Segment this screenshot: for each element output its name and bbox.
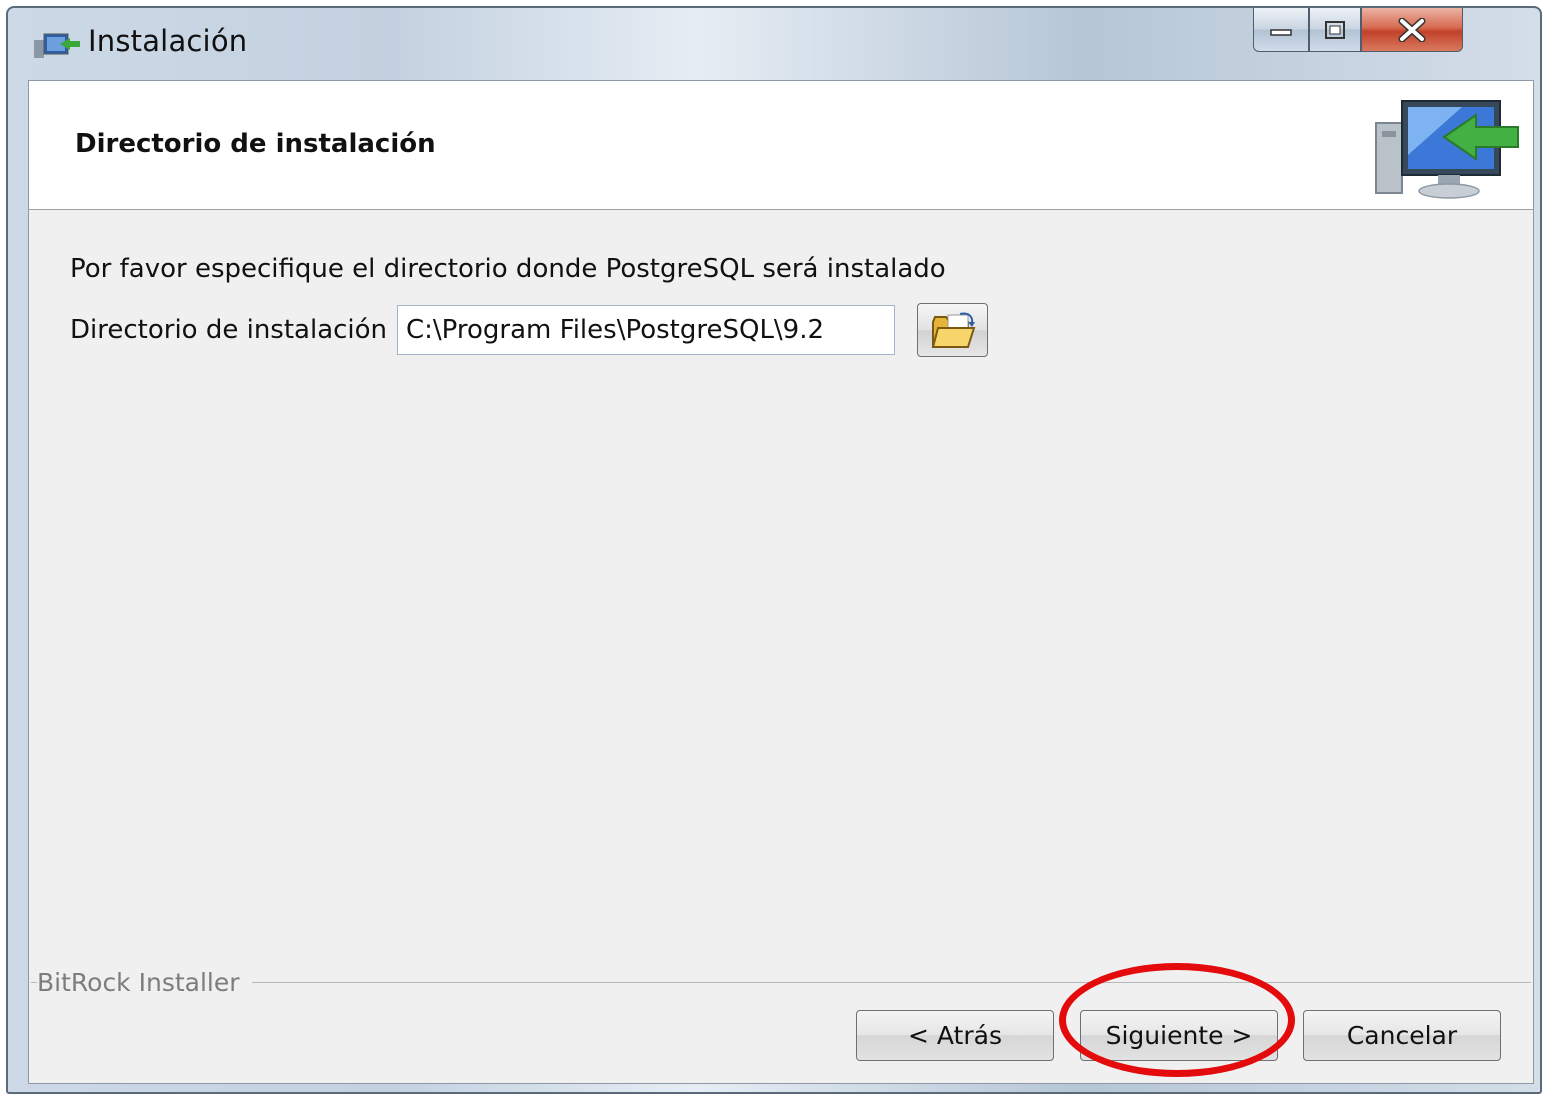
computer-install-icon	[1375, 100, 1519, 199]
close-button[interactable]	[1361, 8, 1463, 52]
title-bar[interactable]: Instalación	[8, 8, 1540, 78]
open-folder-icon	[931, 312, 976, 348]
bitrock-installer-label: BitRock Installer	[37, 968, 252, 997]
page-title: Directorio de instalación	[75, 129, 436, 159]
back-button[interactable]: < Atrás	[856, 1010, 1054, 1061]
cancel-button[interactable]: Cancelar	[1303, 1010, 1501, 1061]
minimize-icon	[1270, 28, 1292, 36]
instruction-text: Por favor especifique el directorio dond…	[70, 254, 946, 284]
footer-divider	[31, 982, 1531, 983]
window-title: Instalación	[88, 24, 248, 58]
browse-folder-button[interactable]	[917, 303, 988, 357]
maximize-icon	[1325, 20, 1345, 39]
installer-app-icon	[34, 33, 80, 58]
installer-window: Instalación Directorio de instalación Po…	[6, 6, 1542, 1094]
maximize-button[interactable]	[1309, 8, 1361, 52]
install-directory-input[interactable]	[397, 305, 895, 355]
close-icon	[1398, 17, 1426, 42]
install-directory-label: Directorio de instalación	[70, 315, 388, 345]
minimize-button[interactable]	[1253, 8, 1309, 52]
installer-client-area: Directorio de instalación Por favor espe…	[28, 80, 1534, 1084]
next-button-highlight-circle	[1059, 963, 1295, 1077]
wizard-header: Directorio de instalación	[29, 81, 1533, 210]
